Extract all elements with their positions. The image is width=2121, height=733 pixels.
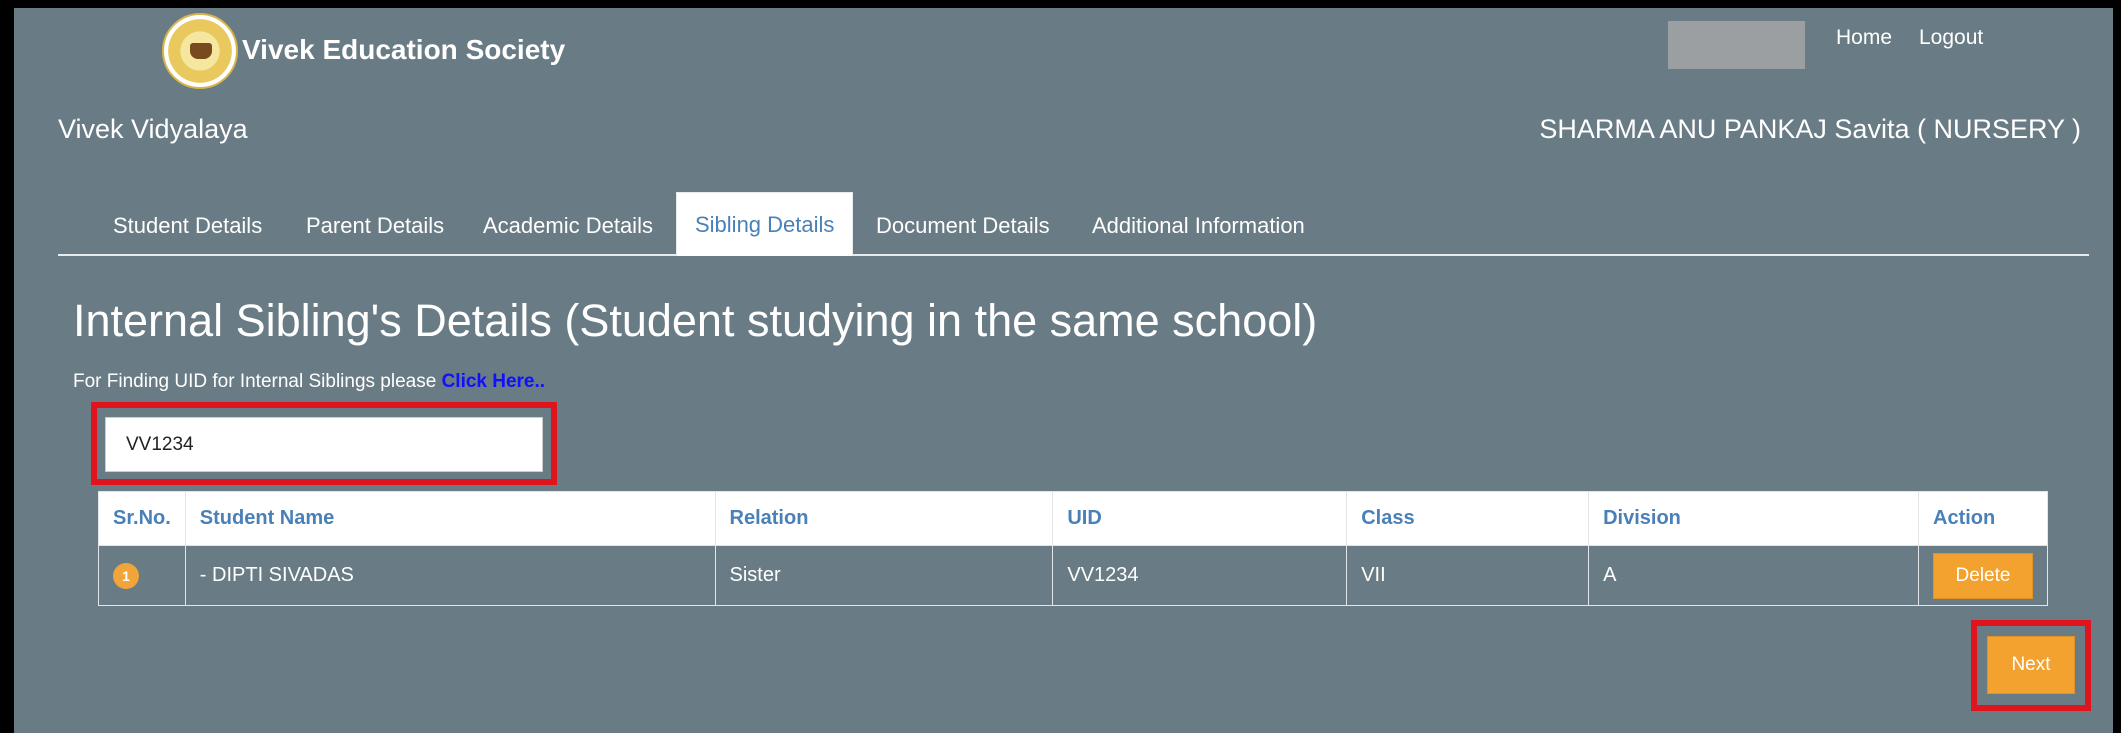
table-header-row: Sr.No. Student Name Relation UID Class D… [98,491,2048,546]
tab-document-details[interactable]: Document Details [876,195,1050,256]
col-sr-no: Sr.No. [98,491,186,546]
sr-badge: 1 [113,562,139,589]
cell-action: Delete [1918,545,2048,606]
click-here-link[interactable]: Click Here.. [442,371,546,392]
uid-finder-text: For Finding UID for Internal Siblings pl… [73,371,545,393]
page-title: Internal Sibling's Details (Student stud… [73,295,1318,346]
school-name: Vivek Vidyalaya [58,114,248,144]
tab-bar: Student Details Parent Details Academic … [58,185,2089,256]
tab-student-details[interactable]: Student Details [113,195,262,256]
col-relation: Relation [714,491,1054,546]
cell-student-name: - DIPTI SIVADAS [184,545,716,606]
student-name: SHARMA ANU PANKAJ Savita ( NURSERY ) [1539,114,2081,144]
tab-sibling-details[interactable]: Sibling Details [676,192,854,256]
col-division: Division [1588,491,1919,546]
logout-link[interactable]: Logout [1919,26,1983,50]
next-button[interactable]: Next [1987,636,2075,694]
finder-label: For Finding UID for Internal Siblings pl… [73,371,442,392]
col-student-name: Student Name [184,491,716,546]
cell-class: VII [1346,545,1590,606]
tab-parent-details[interactable]: Parent Details [306,195,444,256]
cell-division: A [1588,545,1919,606]
next-highlight: Next [1971,620,2091,711]
cell-sr-no: 1 [98,545,186,606]
brand-title: Vivek Education Society [242,34,566,65]
logo-icon [162,13,238,89]
col-class: Class [1346,491,1590,546]
app-frame: Vivek Education Society Home Logout Vive… [14,8,2113,733]
tab-additional-information[interactable]: Additional Information [1092,195,1305,256]
cell-relation: Sister [714,545,1054,606]
cell-uid: VV1234 [1052,545,1348,606]
col-uid: UID [1052,491,1348,546]
col-action: Action [1918,491,2048,546]
sibling-table: Sr.No. Student Name Relation UID Class D… [98,491,2048,606]
uid-input[interactable] [105,417,543,472]
table-row: 1 - DIPTI SIVADAS Sister VV1234 VII A De… [98,545,2048,606]
tab-academic-details[interactable]: Academic Details [483,195,653,256]
home-link[interactable]: Home [1836,26,1892,50]
redacted-area [1668,21,1805,69]
delete-button[interactable]: Delete [1933,552,2033,599]
uid-highlight [91,402,557,485]
